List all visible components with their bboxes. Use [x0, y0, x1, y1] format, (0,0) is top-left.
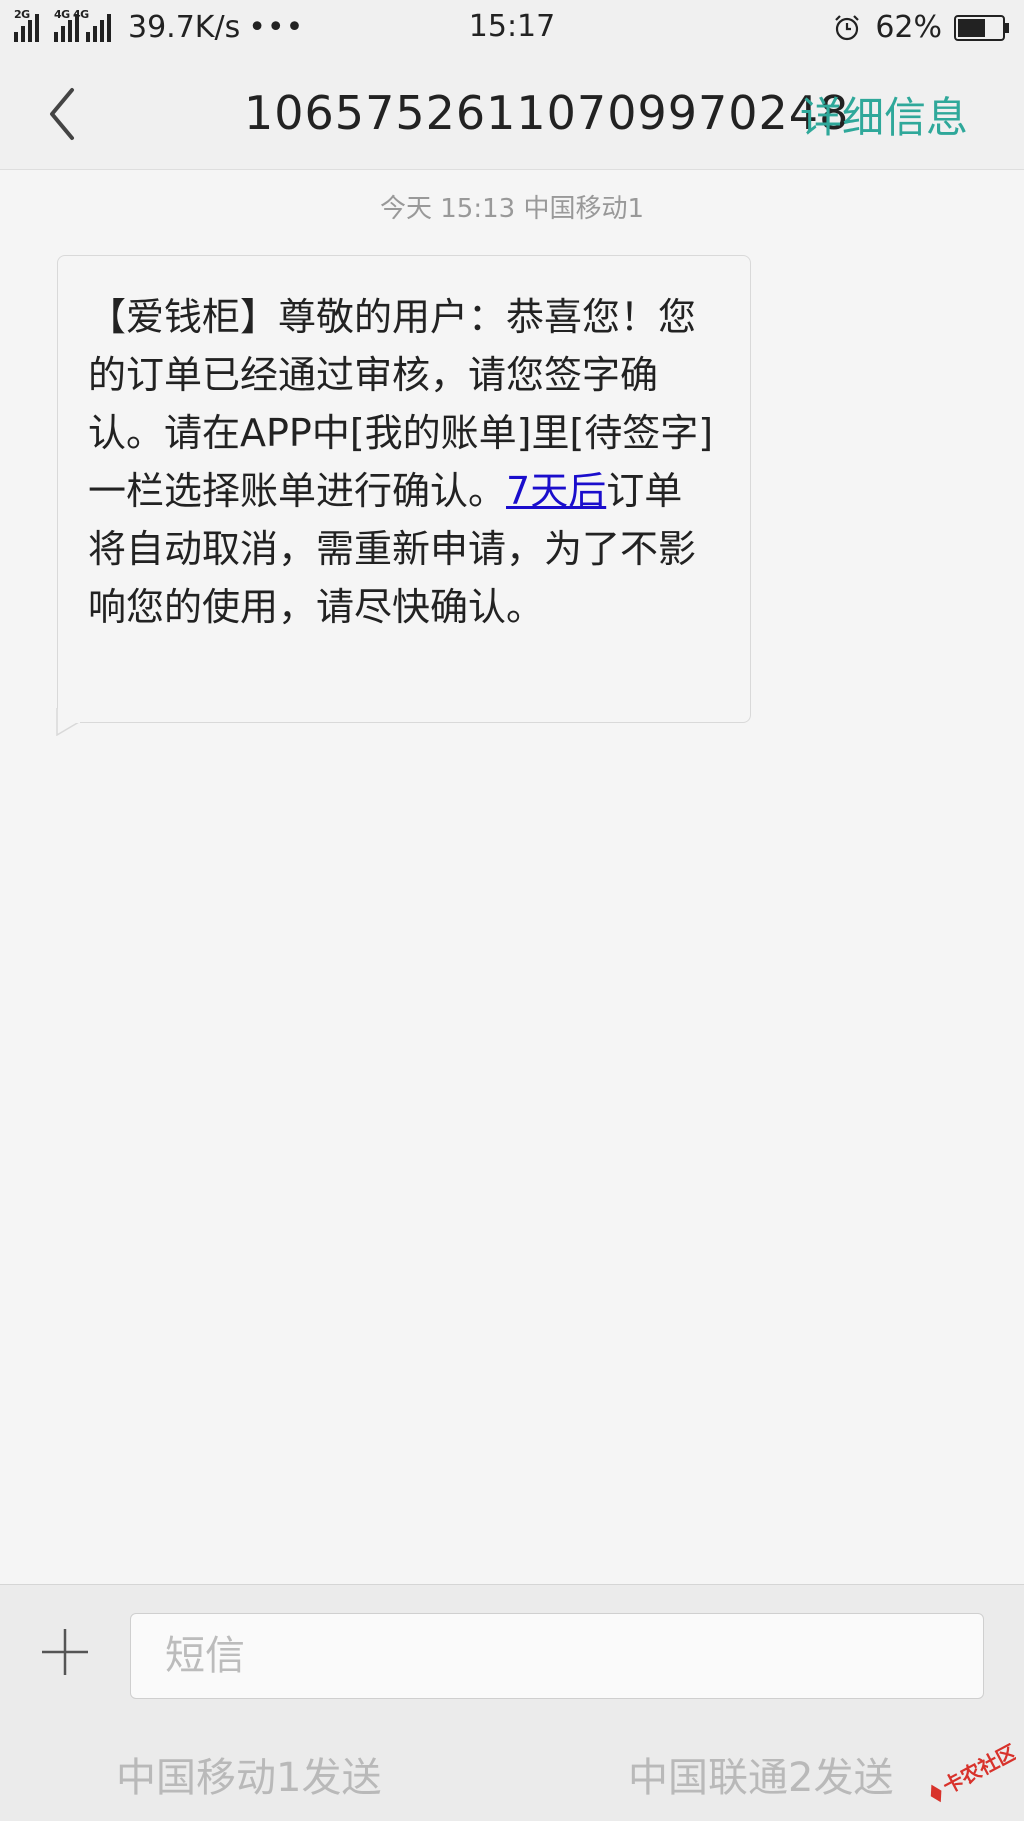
battery-icon — [954, 14, 1009, 41]
sms-conversation-screen: 2G 4G 4G 39.7K/s ••• 15:17 62% 106575261… — [0, 0, 1024, 1821]
back-arrow-icon[interactable] — [44, 84, 84, 144]
send-via-cmcc1-button[interactable]: 中国移动1发送 — [116, 1745, 381, 1803]
network-speed: 39.7K/s — [128, 9, 241, 45]
alarm-clock-icon — [835, 14, 860, 40]
send-via-unicom2-button[interactable]: 中国联通2发送 — [628, 1745, 893, 1803]
incoming-message-bubble[interactable]: 【爱钱柜】尊敬的用户：恭喜您！您的订单已经通过审核，请您签字确认。请在APP中[… — [57, 255, 751, 723]
signal-2g-icon: 2G — [14, 8, 42, 42]
signal-4g-icon: 4G 4G — [54, 8, 114, 42]
sender-number-title: 10657526110709970248 — [244, 86, 850, 140]
signal-4g-tag: 4G 4G — [54, 8, 89, 21]
battery-percentage: 62% — [875, 10, 942, 45]
watermark-logo: 卡农社区 — [930, 1743, 1016, 1803]
add-attachment-icon[interactable] — [40, 1627, 90, 1677]
bubble-tail — [56, 708, 80, 736]
status-left: 2G 4G 4G 39.7K/s ••• — [14, 8, 305, 45]
message-timestamp: 今天 15:13 中国移动1 — [380, 194, 644, 224]
sms-input[interactable] — [130, 1613, 984, 1699]
watermark-text: 卡农社区 — [939, 1743, 1016, 1798]
message-date-link[interactable]: 7天后 — [506, 469, 606, 513]
details-button[interactable]: 详细信息 — [800, 84, 968, 145]
conversation-header: 10657526110709970248 详细信息 — [0, 54, 1024, 170]
status-bar: 2G 4G 4G 39.7K/s ••• 15:17 62% — [0, 0, 1024, 54]
more-notifications-icon: ••• — [248, 9, 305, 45]
message-composer: 中国移动1发送 中国联通2发送 — [0, 1584, 1024, 1821]
signal-2g-tag: 2G — [14, 8, 30, 21]
status-right: 62% — [833, 10, 1010, 45]
